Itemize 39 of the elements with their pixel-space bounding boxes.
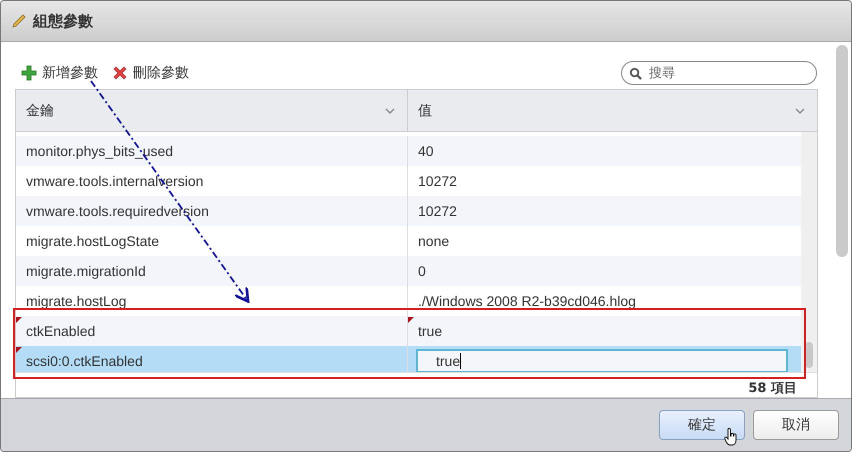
key-cell: ctkEnabled — [26, 323, 96, 339]
cancel-button[interactable]: 取消 — [753, 410, 839, 440]
scrollbar[interactable] — [801, 132, 817, 372]
value-cell: none — [418, 233, 450, 249]
table-row[interactable]: ctkEnabled true — [16, 316, 801, 346]
table-row[interactable]: vmware.tools.requiredversion 10272 — [16, 196, 801, 226]
add-parameter-button[interactable]: 新增參數 — [21, 64, 98, 82]
value-input-field[interactable]: true — [416, 349, 788, 372]
table-row[interactable]: migrate.migrationId 0 — [16, 256, 801, 286]
value-cell: 0 — [418, 263, 426, 279]
cross-icon — [112, 65, 128, 81]
key-cell: vmware.tools.requiredversion — [26, 203, 209, 219]
table-row[interactable]: monitor.phys_bits_used 40 — [16, 136, 801, 166]
pencil-icon — [11, 13, 27, 29]
value-cell: ./Windows 2008 R2-b39cd046.hlog — [418, 293, 636, 309]
search-field[interactable]: 搜尋 — [621, 61, 817, 85]
value-cell: true — [418, 323, 442, 339]
window-title: 組態參數 — [33, 12, 93, 30]
chevron-icon — [385, 108, 395, 114]
item-count: 58 項目 — [748, 380, 797, 397]
value-cell: 10272 — [418, 173, 457, 189]
column-header[interactable]: 值 — [407, 90, 817, 131]
search-icon — [629, 67, 642, 80]
hand-cursor-icon — [724, 427, 738, 447]
column-title: 金鑰 — [26, 102, 54, 120]
key-cell: migrate.migrationId — [26, 263, 146, 279]
key-cell: migrate.hostLog — [26, 293, 126, 309]
column-title: 值 — [418, 102, 432, 120]
key-cell: monitor.phys_bits_used — [26, 143, 174, 159]
value-cell: 10272 — [418, 203, 457, 219]
key-cell: migrate.hostLogState — [26, 233, 160, 249]
key-cell: scsi0:0.ctkEnabled — [26, 353, 143, 369]
table-row[interactable]: scsi0:0.ctkEnabled true — [16, 346, 801, 372]
value-cell: 40 — [418, 143, 434, 159]
delete-parameter-button[interactable]: 刪除參數 — [112, 64, 189, 82]
chevron-icon — [795, 108, 805, 114]
plus-icon — [21, 65, 37, 81]
column-header[interactable]: 金鑰 — [16, 90, 407, 131]
ok-button[interactable]: 確定 — [659, 410, 745, 440]
